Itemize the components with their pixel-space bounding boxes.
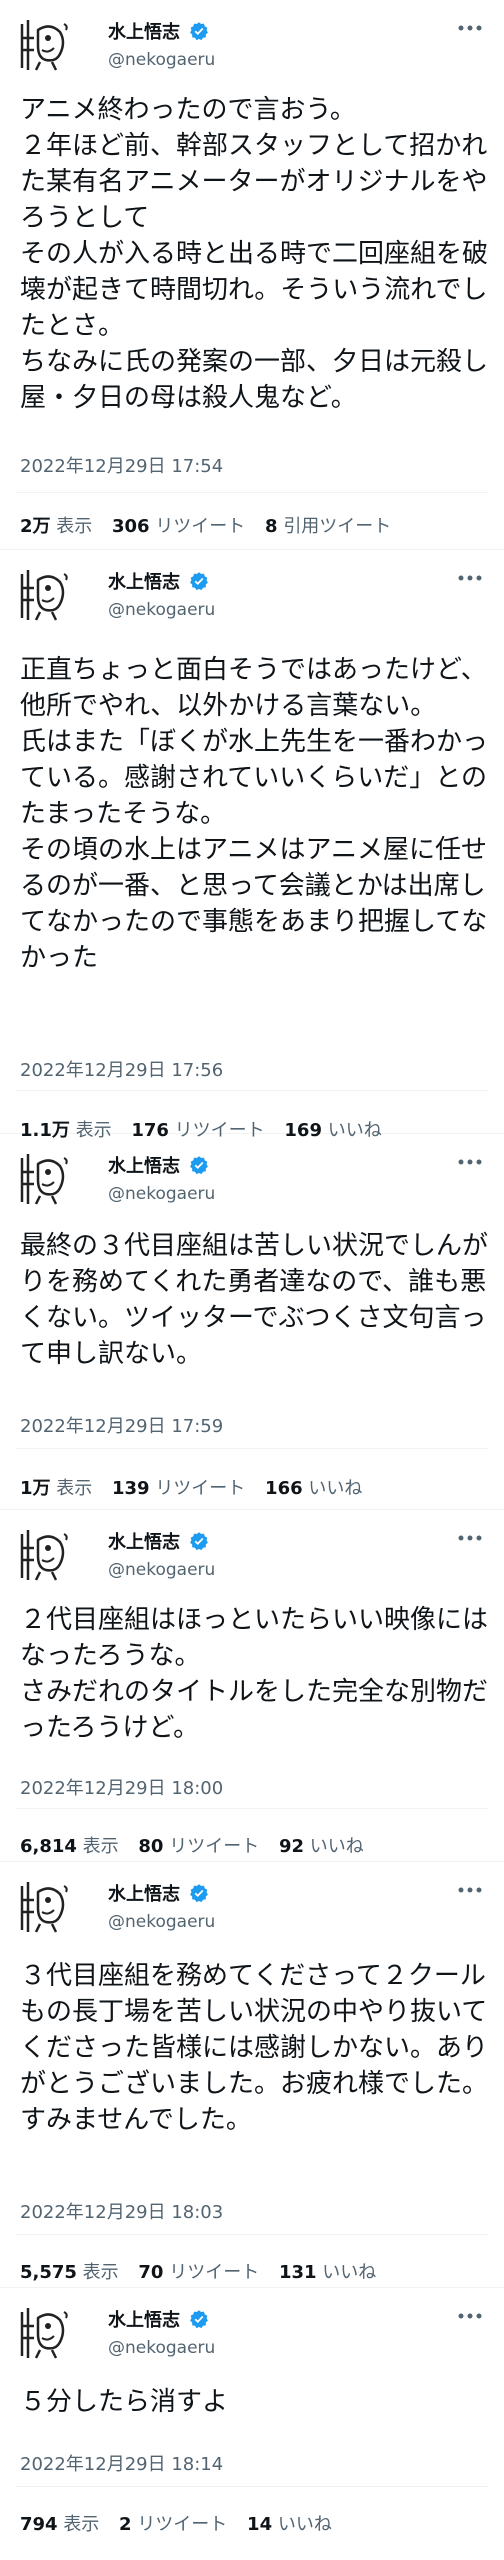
tweet-stats: 2万 表示 306 リツイート 8 引用ツイート — [20, 512, 405, 538]
stat-likes[interactable]: 14 いいね — [247, 2514, 332, 2535]
stat-retweets[interactable]: 2 リツイート — [119, 2514, 227, 2535]
avatar[interactable] — [16, 2304, 74, 2362]
stat-views[interactable]: 5,575 表示 — [20, 2262, 119, 2283]
more-options-icon[interactable] — [458, 574, 482, 582]
tweet-text: ３代目座組を務めてくださって２クールもの長丁場を苦しい状況の中やり抜いてくださっ… — [20, 1961, 489, 2135]
handle[interactable]: @nekogaeru — [108, 2338, 215, 2358]
handle[interactable]: @nekogaeru — [108, 50, 215, 70]
stat-retweets[interactable]: 139 リツイート — [112, 1478, 245, 1499]
tweet-timestamp[interactable]: 2022年12月29日 18:14 — [20, 2450, 223, 2476]
tweet-timestamp[interactable]: 2022年12月29日 17:56 — [20, 1056, 223, 1082]
stat-likes[interactable]: 131 いいね — [279, 2262, 376, 2283]
author-block[interactable]: 水上悟志 @nekogaeru — [108, 1152, 215, 1204]
divider — [16, 2234, 488, 2235]
more-options-icon[interactable] — [458, 1886, 482, 1894]
display-name[interactable]: 水上悟志 — [108, 18, 180, 44]
tweet-timestamp[interactable]: 2022年12月29日 18:03 — [20, 2198, 223, 2224]
tweet: 水上悟志 @nekogaeru 最終の３代目座組は苦しい状況でしんがりを務めてく… — [0, 1134, 504, 1510]
tweet-text: 正直ちょっと面白そうではあったけど、他所でやれ、以外かける言葉ない。 氏はまた「… — [20, 655, 489, 973]
more-options-icon[interactable] — [458, 1534, 482, 1542]
stat-likes[interactable]: 166 いいね — [265, 1478, 362, 1499]
tweet-timestamp[interactable]: 2022年12月29日 18:00 — [20, 1774, 223, 1800]
display-name[interactable]: 水上悟志 — [108, 568, 180, 594]
handle[interactable]: @nekogaeru — [108, 600, 215, 620]
more-options-icon[interactable] — [458, 24, 482, 32]
tweet: 水上悟志 @nekogaeru 正直ちょっと面白そうではあったけど、他所でやれ、… — [0, 550, 504, 1141]
verified-badge-icon — [189, 1155, 209, 1175]
handle[interactable]: @nekogaeru — [108, 1912, 215, 1932]
stat-retweets[interactable]: 70 リツイート — [138, 2262, 259, 2283]
tweet-text: アニメ終わったので言おう。 ２年ほど前、幹部スタッフとして招かれた某有名アニメー… — [20, 95, 489, 413]
more-options-icon[interactable] — [458, 1158, 482, 1166]
tweet: 水上悟志 @nekogaeru アニメ終わったので言おう。 ２年ほど前、幹部スタ… — [0, 0, 504, 550]
divider — [16, 2486, 488, 2487]
frog-avatar-icon — [16, 16, 74, 74]
stat-retweets[interactable]: 80 リツイート — [138, 1836, 259, 1857]
verified-badge-icon — [189, 2309, 209, 2329]
avatar[interactable] — [16, 1150, 74, 1208]
display-name[interactable]: 水上悟志 — [108, 2306, 180, 2332]
tweet-timestamp[interactable]: 2022年12月29日 17:59 — [20, 1412, 223, 1438]
tweet-text: 最終の３代目座組は苦しい状況でしんがりを務めてくれた勇者達なので、誰も悪くない。… — [20, 1231, 489, 1369]
tweet-timestamp[interactable]: 2022年12月29日 17:54 — [20, 452, 223, 478]
tweet-stats: 5,575 表示 70 リツイート 131 いいね — [20, 2258, 390, 2284]
author-block[interactable]: 水上悟志 @nekogaeru — [108, 1528, 215, 1580]
tweet: 水上悟志 @nekogaeru ５分したら消すよ 2022年12月29日 18:… — [0, 2288, 504, 2560]
tweet: 水上悟志 @nekogaeru ３代目座組を務めてくださって２クールもの長丁場を… — [0, 1862, 504, 2288]
handle[interactable]: @nekogaeru — [108, 1560, 215, 1580]
stat-views[interactable]: 1万 表示 — [20, 1478, 92, 1499]
divider — [16, 492, 488, 493]
display-name[interactable]: 水上悟志 — [108, 1528, 180, 1554]
frog-avatar-icon — [16, 1878, 74, 1936]
stat-likes[interactable]: 92 いいね — [279, 1836, 364, 1857]
handle[interactable]: @nekogaeru — [108, 1184, 215, 1204]
stat-retweets[interactable]: 306 リツイート — [112, 516, 245, 537]
more-options-icon[interactable] — [458, 2312, 482, 2320]
stat-views[interactable]: 6,814 表示 — [20, 1836, 119, 1857]
divider — [16, 1808, 488, 1809]
frog-avatar-icon — [16, 2304, 74, 2362]
frog-avatar-icon — [16, 1150, 74, 1208]
avatar[interactable] — [16, 16, 74, 74]
frog-avatar-icon — [16, 566, 74, 624]
verified-badge-icon — [189, 571, 209, 591]
author-block[interactable]: 水上悟志 @nekogaeru — [108, 2306, 215, 2358]
verified-badge-icon — [189, 1531, 209, 1551]
avatar[interactable] — [16, 1526, 74, 1584]
verified-badge-icon — [189, 1883, 209, 1903]
divider — [16, 1090, 488, 1091]
tweet: 水上悟志 @nekogaeru ２代目座組はほっといたらいい映像にはなったろうな… — [0, 1510, 504, 1862]
avatar[interactable] — [16, 1878, 74, 1936]
stat-views[interactable]: 794 表示 — [20, 2514, 99, 2535]
author-block[interactable]: 水上悟志 @nekogaeru — [108, 18, 215, 70]
tweet-text: ２代目座組はほっといたらいい映像にはなったろうな。 さみだれのタイトルをした完全… — [20, 1605, 489, 1743]
author-block[interactable]: 水上悟志 @nekogaeru — [108, 568, 215, 620]
display-name[interactable]: 水上悟志 — [108, 1152, 180, 1178]
tweet-stats: 6,814 表示 80 リツイート 92 いいね — [20, 1832, 378, 1858]
verified-badge-icon — [189, 21, 209, 41]
tweet-text: ５分したら消すよ — [20, 2387, 229, 2417]
avatar[interactable] — [16, 566, 74, 624]
divider — [16, 1448, 488, 1449]
author-block[interactable]: 水上悟志 @nekogaeru — [108, 1880, 215, 1932]
display-name[interactable]: 水上悟志 — [108, 1880, 180, 1906]
stat-views[interactable]: 2万 表示 — [20, 516, 92, 537]
tweet-stats: 794 表示 2 リツイート 14 いいね — [20, 2510, 346, 2536]
tweet-stats: 1万 表示 139 リツイート 166 いいね — [20, 1474, 376, 1500]
frog-avatar-icon — [16, 1526, 74, 1584]
stat-quotes[interactable]: 8 引用ツイート — [265, 516, 391, 537]
